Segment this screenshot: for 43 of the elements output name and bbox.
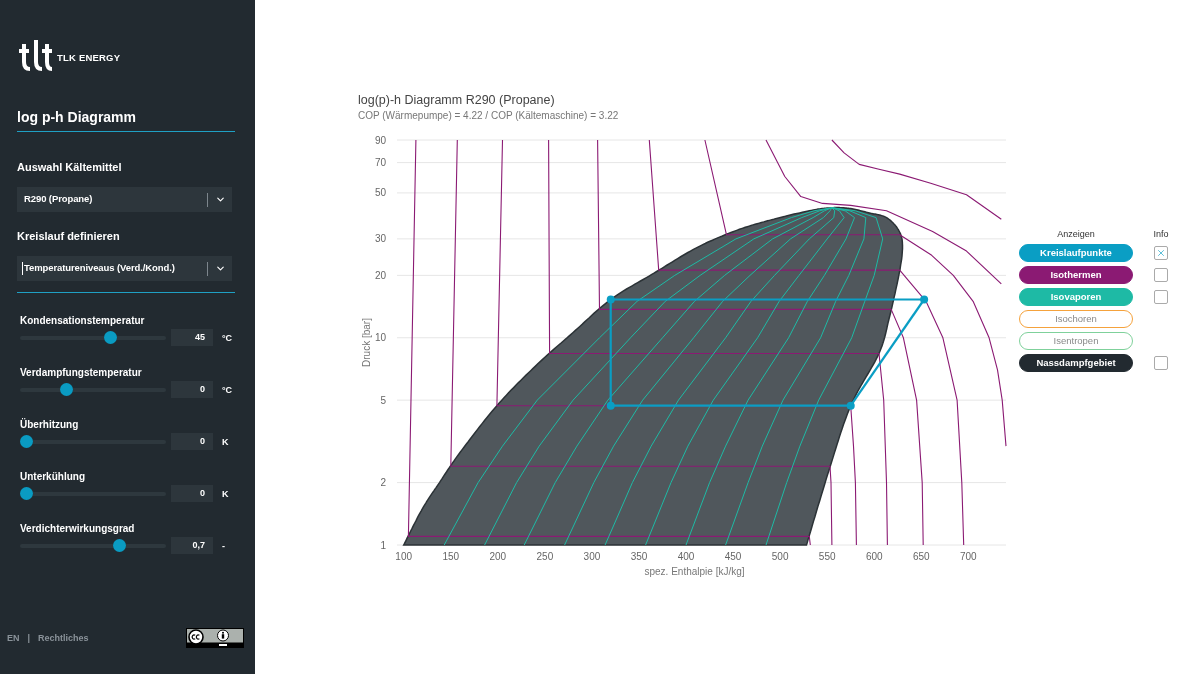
y-tick-label: 5	[380, 394, 386, 406]
slider-label: Kondensationstemperatur	[20, 314, 145, 327]
x-tick-label: 500	[771, 551, 789, 562]
unit-label: K	[222, 435, 229, 448]
brand-name: TLK ENERGY	[57, 52, 121, 64]
y-tick-label: 70	[374, 157, 386, 169]
y-tick-label: 2	[380, 477, 386, 489]
slider-label: Verdichterwirkungsgrad	[20, 522, 135, 535]
chart-subtitle: COP (Wärmepumpe) = 4.22 / COP (Kältemaschine) = 3.22	[358, 109, 619, 122]
x-axis-label: spez. Enthalpie [kJ/kg]	[644, 566, 745, 577]
chart-title: log(p)-h Diagramm R290 (Propane)	[358, 92, 555, 108]
y-tick-label: 1	[380, 539, 386, 551]
x-tick-label: 150	[442, 551, 460, 562]
y-tick-label: 20	[374, 269, 386, 281]
unit-label: K	[222, 487, 229, 500]
separator: |	[27, 632, 31, 644]
x-tick-label: 200	[489, 551, 507, 562]
unit-label: °C	[222, 331, 233, 344]
x-tick-label: 250	[536, 551, 554, 562]
x-tick-label: 300	[583, 551, 601, 562]
slider-label: Verdampfungstemperatur	[20, 366, 142, 379]
x-tick-label: 550	[818, 551, 836, 562]
field-label: Kreislauf definieren	[17, 229, 120, 243]
unit-label: -	[222, 539, 225, 552]
x-tick-label: 650	[912, 551, 930, 562]
column-header: Anzeigen	[1057, 228, 1095, 240]
x-tick-label: 100	[395, 551, 413, 562]
y-tick-label: 90	[374, 134, 386, 146]
x-tick-label: 400	[677, 551, 695, 562]
y-tick-label: 30	[374, 233, 386, 245]
column-header: Info	[1153, 228, 1169, 240]
slider-label: Unterkühlung	[20, 470, 85, 483]
sidebar-heading: log p-h Diagramm	[17, 108, 136, 127]
x-tick-label: 700	[960, 551, 977, 562]
y-tick-label: 50	[374, 187, 386, 199]
x-tick-label: 600	[865, 551, 883, 562]
unit-label: °C	[222, 383, 233, 396]
y-axis-label: Druck [bar]	[360, 318, 372, 367]
x-tick-label: 450	[724, 551, 742, 562]
y-tick-label: 10	[374, 332, 386, 344]
field-label: Auswahl Kältemittel	[17, 160, 122, 174]
x-tick-label: 350	[630, 551, 648, 562]
slider-label: Überhitzung	[20, 418, 79, 431]
